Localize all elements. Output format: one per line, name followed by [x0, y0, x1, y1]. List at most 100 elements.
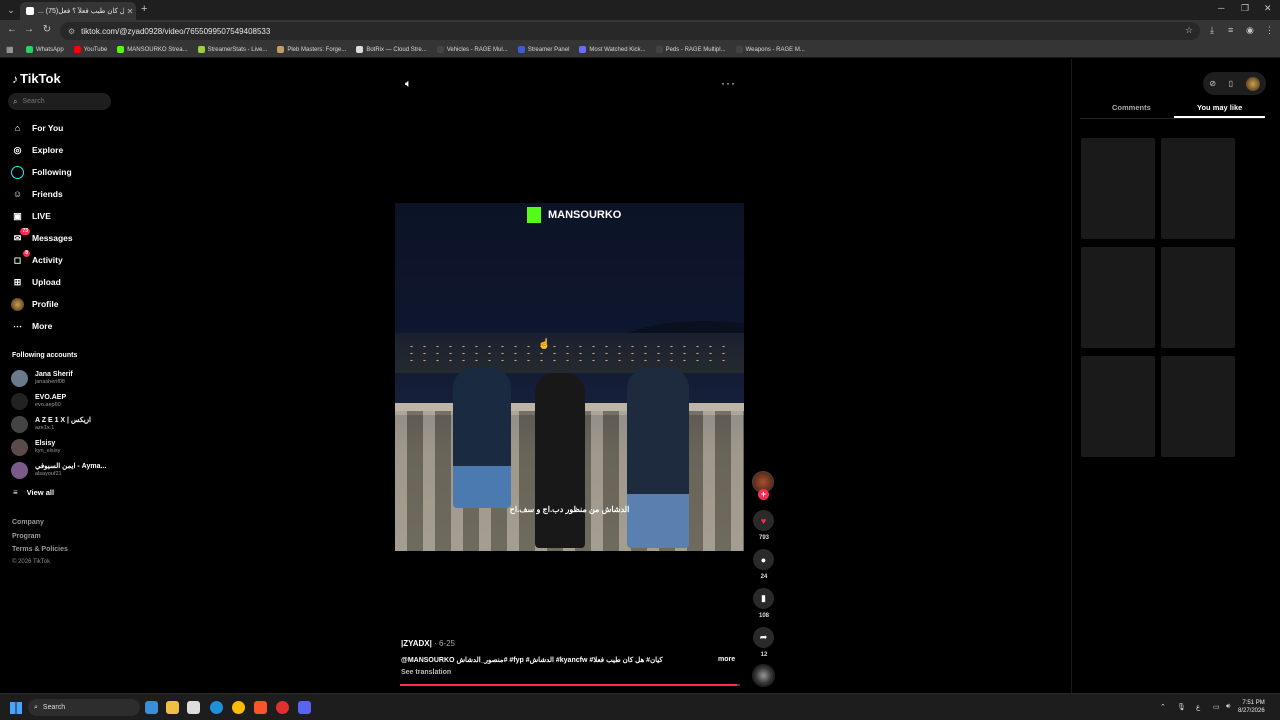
brave-icon[interactable]: [254, 701, 267, 714]
mic-icon[interactable]: 🎙︎: [1177, 703, 1186, 711]
bookmark-item[interactable]: Vehicles - RAGE Mul...: [436, 46, 508, 53]
bookmark-item[interactable]: Most Watched Kick...: [579, 46, 646, 53]
discord-icon[interactable]: [298, 701, 311, 714]
nav-item-for-you[interactable]: ⌂ For You: [11, 120, 64, 136]
back-icon[interactable]: ←: [5, 24, 19, 35]
share-button[interactable]: ➦: [753, 627, 774, 648]
apps-grid-icon[interactable]: ▦: [6, 45, 16, 55]
download-icon[interactable]: ⤓: [1210, 25, 1214, 36]
address-bar[interactable]: ⚙ tiktok.com/@zyad0928/video/76550995075…: [60, 22, 1200, 40]
bookmark-item[interactable]: YouTube: [73, 46, 107, 53]
nav-item-upload[interactable]: ⊞ Upload: [11, 274, 61, 290]
like-button[interactable]: ♥: [753, 510, 774, 531]
suggested-video-thumb[interactable]: [1161, 356, 1235, 457]
author-name[interactable]: |ZYADX|: [401, 639, 432, 648]
tray-overflow-icon[interactable]: ⌃: [1160, 703, 1166, 711]
tab-comments[interactable]: Comments: [1112, 103, 1151, 119]
account-handle: kyn_elsisy: [35, 447, 61, 454]
following-account[interactable]: A Z E 1 X | ازيكس aze1x.1: [11, 414, 91, 434]
home-icon: ⌂: [14, 123, 21, 133]
following-account[interactable]: Jana Sherif janasherif08: [11, 368, 73, 388]
view-all-button[interactable]: ≡ View all: [13, 488, 54, 497]
comment-button[interactable]: ●: [753, 549, 774, 570]
bookmark-item[interactable]: Peds - RAGE Multipl...: [655, 46, 726, 53]
footer-terms[interactable]: Terms & Policies: [12, 546, 68, 553]
language-indicator[interactable]: ع: [1196, 703, 1200, 711]
footer-company[interactable]: Company: [12, 519, 44, 526]
bookmark-label: Vehicles - RAGE Mul...: [446, 46, 508, 53]
search-input[interactable]: ⌕ Search: [8, 93, 111, 110]
taskbar-search[interactable]: ⌕ Search: [28, 699, 140, 716]
site-info-icon[interactable]: ⚙: [68, 27, 75, 36]
suggested-video-thumb[interactable]: [1081, 356, 1155, 457]
windows-start-icon[interactable]: [10, 702, 22, 714]
device-icon[interactable]: ▯: [1229, 79, 1233, 88]
more-options-icon[interactable]: ···: [721, 76, 736, 90]
network-icon[interactable]: ▭: [1213, 703, 1220, 711]
bookmark-item[interactable]: Streamer Panel: [517, 46, 569, 53]
snipping-tool-icon[interactable]: [187, 701, 200, 714]
menu-icon[interactable]: ⋮: [1265, 25, 1274, 36]
compass-icon[interactable]: ⊘: [1209, 79, 1216, 88]
follow-plus-icon[interactable]: +: [758, 489, 769, 500]
following-account[interactable]: ايمن السيوفي - Ayma... alsayouf21: [11, 460, 106, 480]
forward-icon[interactable]: →: [22, 24, 36, 35]
opera-icon[interactable]: [276, 701, 289, 714]
file-explorer-icon[interactable]: [166, 701, 179, 714]
nav-item-following[interactable]: Following: [11, 164, 72, 180]
nav-item-friends[interactable]: ☺ Friends: [11, 186, 63, 202]
bookmark-item[interactable]: Weapons - RAGE M...: [735, 46, 805, 53]
see-translation-link[interactable]: See translation: [401, 669, 451, 676]
edge-icon[interactable]: [210, 701, 223, 714]
nav-label: Upload: [32, 277, 61, 287]
following-account[interactable]: Elsisy kyn_elsisy: [11, 437, 60, 457]
video-author[interactable]: |ZYADX| · 6-25: [401, 639, 455, 648]
browser-tab[interactable]: ... (75)هل كان طيب فعلاً ؟ فعل ✕: [20, 2, 136, 20]
video-person-center: [535, 373, 585, 548]
video-progress-bar[interactable]: [400, 684, 740, 686]
copilot-icon[interactable]: [145, 701, 158, 714]
tab-search-icon[interactable]: ⌄: [4, 3, 18, 17]
suggested-video-thumb[interactable]: [1081, 247, 1155, 348]
reload-icon[interactable]: ↻: [40, 24, 54, 35]
account-handle: alsayouf21: [35, 470, 62, 477]
account-name: EVO.AEP: [35, 393, 67, 401]
bookmark-item[interactable]: MANSOURKO Strea...: [117, 46, 188, 53]
footer-program[interactable]: Program: [12, 533, 41, 540]
bookmark-item[interactable]: Pleb Masters: Forge...: [277, 46, 346, 53]
media-icon[interactable]: ≡: [1228, 25, 1233, 35]
nav-item-explore[interactable]: ◎ Explore: [11, 142, 64, 158]
more-link[interactable]: more: [718, 656, 735, 663]
taskbar-clock[interactable]: 7:51 PM 8/27/2026: [1238, 699, 1265, 715]
chrome-icon[interactable]: [232, 701, 245, 714]
volume-icon[interactable]: 🔈︎: [405, 78, 412, 91]
nav-item-more[interactable]: ⋯ More: [11, 318, 52, 334]
bookmark-favicon-icon: [73, 46, 81, 53]
volume-tray-icon[interactable]: 🔊︎: [1226, 703, 1230, 711]
tiktok-logo[interactable]: ♪ TikTok: [12, 71, 61, 86]
nav-item-live[interactable]: ▣ LIVE: [11, 208, 51, 224]
close-window-icon[interactable]: ✕: [1264, 3, 1272, 14]
close-tab-icon[interactable]: ✕: [124, 7, 136, 16]
account-name: Elsisy: [35, 439, 56, 447]
user-avatar[interactable]: [1245, 76, 1260, 91]
nav-item-activity[interactable]: ◻ 8 Activity: [11, 249, 63, 268]
save-button[interactable]: ▮: [753, 588, 774, 609]
music-disc-icon[interactable]: [752, 664, 775, 687]
new-tab-icon[interactable]: +: [141, 3, 147, 15]
suggested-video-thumb[interactable]: [1081, 138, 1155, 239]
video-player[interactable]: MANSOURKO الدشاش من منظور دب.اج و سف.اح …: [395, 203, 744, 551]
nav-item-profile[interactable]: Profile: [11, 296, 58, 312]
profile-icon[interactable]: ◉: [1246, 25, 1254, 36]
suggested-video-thumb[interactable]: [1161, 138, 1235, 239]
bookmark-item[interactable]: BotRix — Cloud Stre...: [356, 46, 427, 53]
bookmark-item[interactable]: WhatsApp: [26, 46, 64, 53]
suggested-video-thumb[interactable]: [1161, 247, 1235, 348]
minimize-icon[interactable]: ─: [1218, 3, 1224, 13]
nav-item-messages[interactable]: ✉ 73 Messages: [11, 227, 73, 246]
search-placeholder: Search: [22, 98, 45, 105]
bookmark-item[interactable]: StreamerStats - Live...: [197, 46, 267, 53]
restore-icon[interactable]: ❐: [1241, 3, 1249, 14]
following-account[interactable]: EVO.AEP evo.aep60: [11, 391, 66, 411]
bookmark-star-icon[interactable]: ☆: [1185, 25, 1193, 36]
